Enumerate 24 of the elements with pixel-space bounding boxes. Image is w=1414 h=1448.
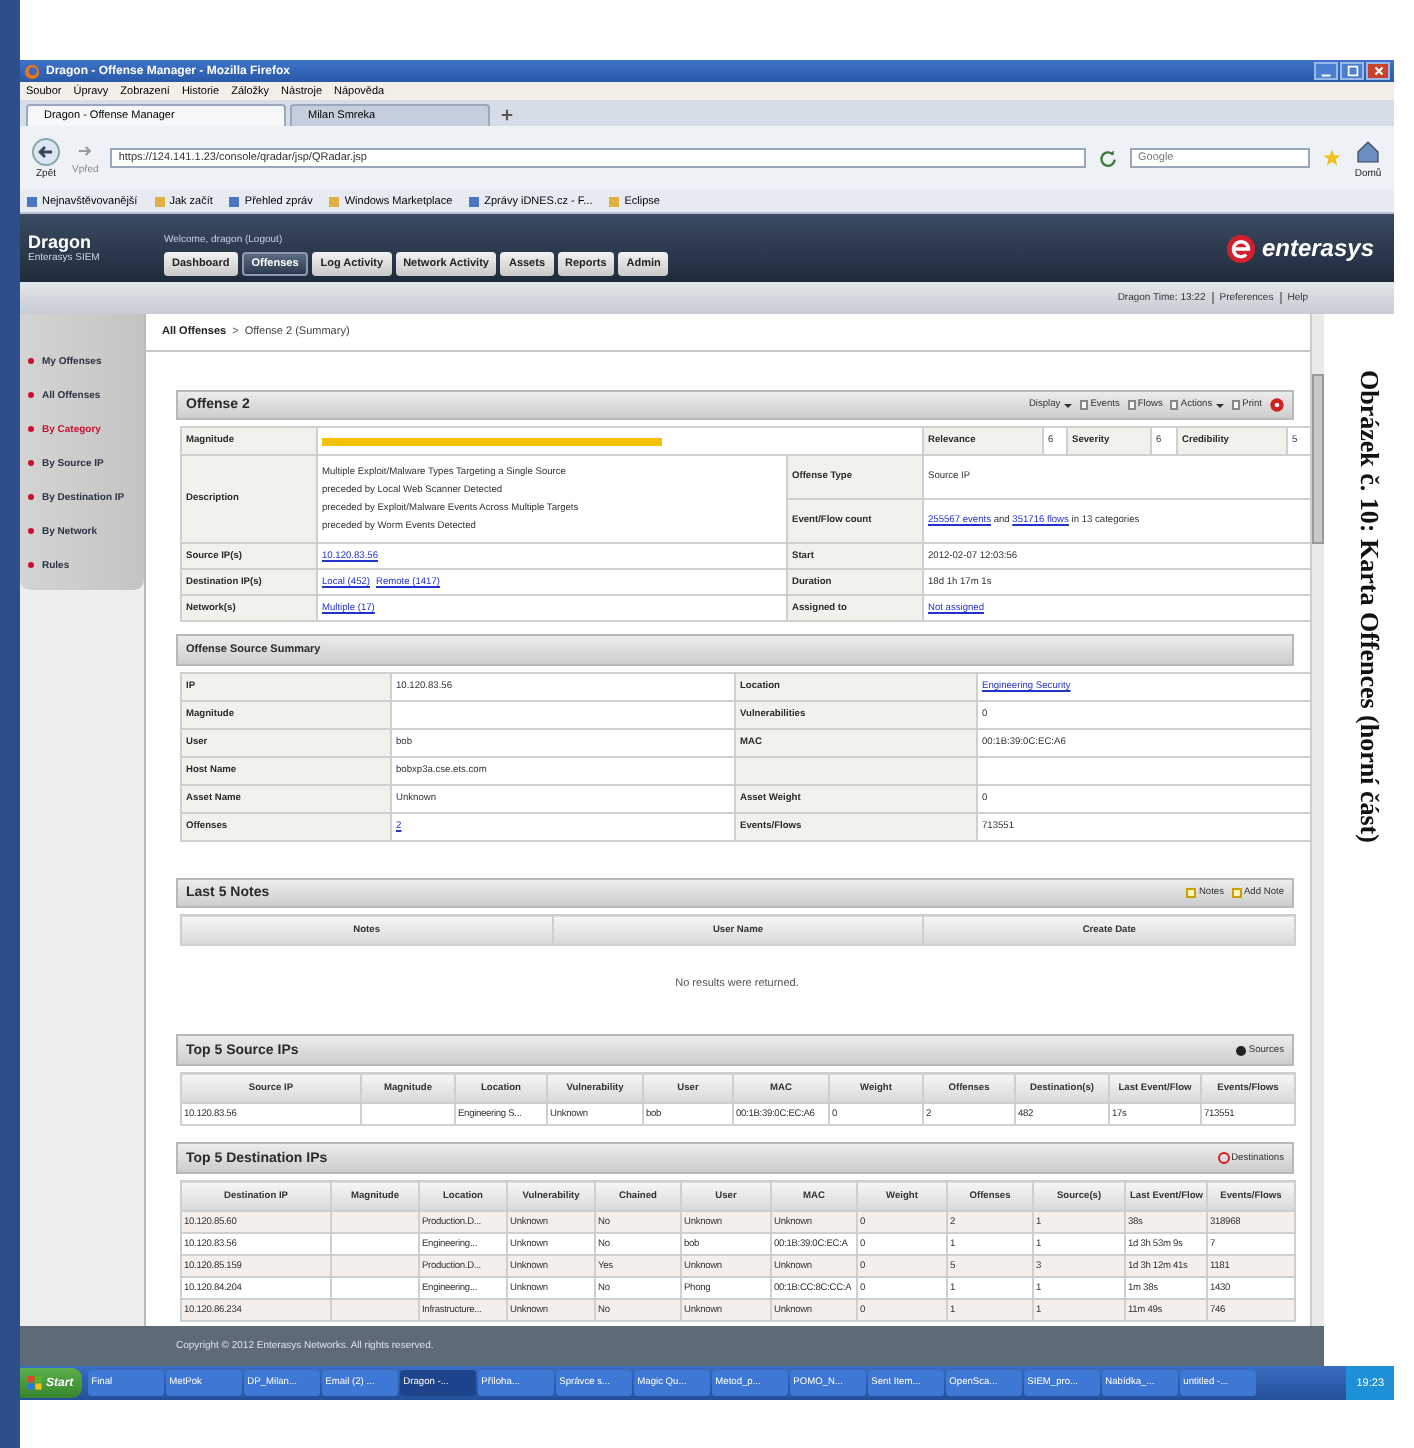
maximize-button[interactable] xyxy=(1340,62,1364,80)
reload-icon[interactable] xyxy=(1098,148,1118,168)
windows-logo-icon xyxy=(28,1376,42,1390)
bookmark-icon xyxy=(328,195,341,207)
bookmark-icon xyxy=(153,195,166,207)
bookmark-icon xyxy=(228,195,241,207)
close-button[interactable] xyxy=(1366,62,1390,80)
logo-text: enterasys xyxy=(1261,234,1374,262)
forward-arrow-icon xyxy=(74,140,97,162)
scrollbar-thumb[interactable] xyxy=(1312,374,1324,544)
app-name: Dragon xyxy=(28,232,93,252)
new-tab-icon[interactable] xyxy=(500,108,514,122)
browser-icon xyxy=(24,63,40,79)
scrollbar[interactable] xyxy=(1310,314,1324,1326)
star-icon[interactable] xyxy=(1322,148,1342,168)
bookmark-icon xyxy=(608,195,621,207)
minimize-button[interactable] xyxy=(1314,62,1338,80)
bookmark-icon xyxy=(468,195,481,207)
maximize-icon xyxy=(1345,64,1359,78)
close-icon xyxy=(1371,64,1385,78)
bookmark-icon xyxy=(26,195,38,207)
figure-caption: Obrázek č. 10: Karta Offences (horní část) xyxy=(1353,370,1385,843)
house-icon xyxy=(1354,137,1382,165)
logo-icon xyxy=(1225,233,1256,263)
